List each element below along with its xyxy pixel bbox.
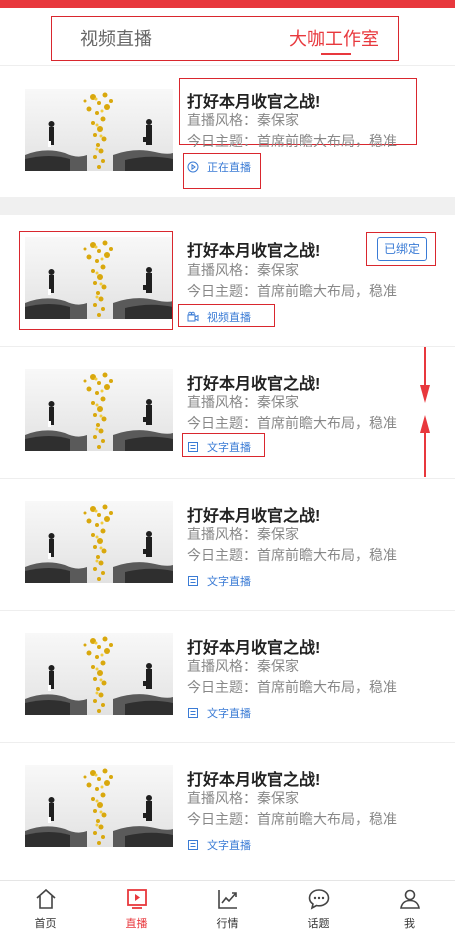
card-title: 打好本月收官之战!	[187, 94, 321, 111]
list-item[interactable]: 打好本月收官之战! 已绑定 直播风格：秦保家 今日主题：首席前瞻大布局，稳准 视…	[0, 215, 455, 346]
trend-chart-icon	[217, 890, 237, 909]
play-circle-icon	[187, 161, 199, 173]
card-style: 直播风格：秦保家	[187, 394, 299, 410]
card-title: 打好本月收官之战!	[187, 376, 321, 393]
live-type-label: 文字直播	[207, 708, 251, 720]
document-icon	[188, 708, 198, 718]
thumbnail-image	[25, 765, 173, 847]
card-topic: 今日主题：首席前瞻大布局，稳准	[187, 811, 397, 827]
live-type-tag[interactable]: 文字直播	[187, 837, 251, 853]
document-icon	[188, 840, 198, 850]
card-topic: 今日主题：首席前瞻大布局，稳准	[187, 547, 397, 563]
live-status-tag[interactable]: 正在直播	[187, 159, 251, 175]
thumbnail-image	[25, 633, 173, 715]
card-topic: 今日主题：首席前瞻大布局，稳准	[187, 283, 397, 299]
thumbnail-image	[25, 369, 173, 451]
live-type-label: 视频直播	[207, 312, 251, 324]
bottom-nav: 首页 直播 行情 话题 我	[0, 880, 455, 939]
list-item[interactable]: 打好本月收官之战! 直播风格：秦保家 今日主题：首席前瞻大布局，稳准 正在直播	[0, 67, 455, 197]
tab-annotation-box: 视频直播 大咖工作室	[51, 16, 399, 61]
nav-me-label: 我	[404, 918, 415, 930]
tab-expert-studio[interactable]: 大咖工作室	[289, 17, 379, 62]
nav-market-label: 行情	[216, 918, 239, 930]
section-divider	[0, 197, 455, 215]
live-type-tag[interactable]: 文字直播	[187, 573, 251, 589]
live-type-tag[interactable]: 文字直播	[187, 705, 251, 721]
card-style: 直播风格：秦保家	[187, 262, 299, 278]
nav-live-label: 直播	[125, 918, 148, 930]
card-topic: 今日主题：首席前瞻大布局，稳准	[187, 415, 397, 431]
tab-video-live[interactable]: 视频直播	[80, 17, 152, 62]
thumbnail-image	[25, 89, 173, 171]
arrow-down-annotation-icon	[420, 347, 430, 403]
card-title: 打好本月收官之战!	[187, 508, 321, 525]
card-topic: 今日主题：首席前瞻大布局，稳准	[187, 679, 397, 695]
live-type-tag[interactable]: 视频直播	[187, 309, 251, 325]
nav-me[interactable]: 我	[364, 881, 455, 939]
document-icon	[188, 576, 198, 586]
chat-bubble-icon	[308, 889, 329, 910]
list-item[interactable]: 打好本月收官之战! 直播风格：秦保家 今日主题：首席前瞻大布局，稳准 文字直播	[0, 611, 455, 742]
card-style: 直播风格：秦保家	[187, 658, 299, 674]
nav-market[interactable]: 行情	[182, 881, 273, 939]
nav-live[interactable]: 直播	[91, 881, 182, 939]
card-style: 直播风格：秦保家	[187, 526, 299, 542]
nav-topic[interactable]: 话题	[273, 881, 364, 939]
top-tab-bar: 视频直播 大咖工作室	[0, 8, 455, 66]
live-type-label: 文字直播	[207, 576, 251, 588]
home-icon	[35, 888, 56, 909]
nav-home-label: 首页	[34, 918, 57, 930]
arrow-up-annotation-icon	[420, 415, 430, 477]
status-bar	[0, 0, 455, 8]
card-style: 直播风格：秦保家	[187, 112, 299, 128]
video-camera-icon	[187, 311, 199, 322]
annotation-box	[19, 231, 173, 330]
thumbnail-image	[25, 501, 173, 583]
card-title: 打好本月收官之战!	[187, 772, 321, 789]
live-status-label: 正在直播	[207, 162, 251, 174]
user-icon	[399, 889, 420, 909]
bound-badge[interactable]: 已绑定	[377, 237, 427, 261]
list-item[interactable]: 打好本月收官之战! 直播风格：秦保家 今日主题：首席前瞻大布局，稳准 文字直播	[0, 479, 455, 610]
list-item[interactable]: 打好本月收官之战! 直播风格：秦保家 今日主题：首席前瞻大布局，稳准 文字直播	[0, 347, 455, 478]
live-type-label: 文字直播	[207, 442, 251, 454]
live-play-icon	[126, 889, 147, 909]
live-type-label: 文字直播	[207, 840, 251, 852]
live-type-tag[interactable]: 文字直播	[187, 439, 251, 455]
nav-home[interactable]: 首页	[0, 881, 91, 939]
active-tab-indicator	[321, 53, 351, 55]
document-icon	[188, 442, 198, 452]
card-topic: 今日主题：首席前瞻大布局，稳准	[187, 133, 397, 147]
card-title: 打好本月收官之战!	[187, 640, 321, 657]
card-style: 直播风格：秦保家	[187, 790, 299, 806]
nav-topic-label: 话题	[307, 918, 330, 930]
card-title: 打好本月收官之战!	[187, 243, 321, 260]
list-item[interactable]: 打好本月收官之战! 直播风格：秦保家 今日主题：首席前瞻大布局，稳准 文字直播	[0, 743, 455, 879]
